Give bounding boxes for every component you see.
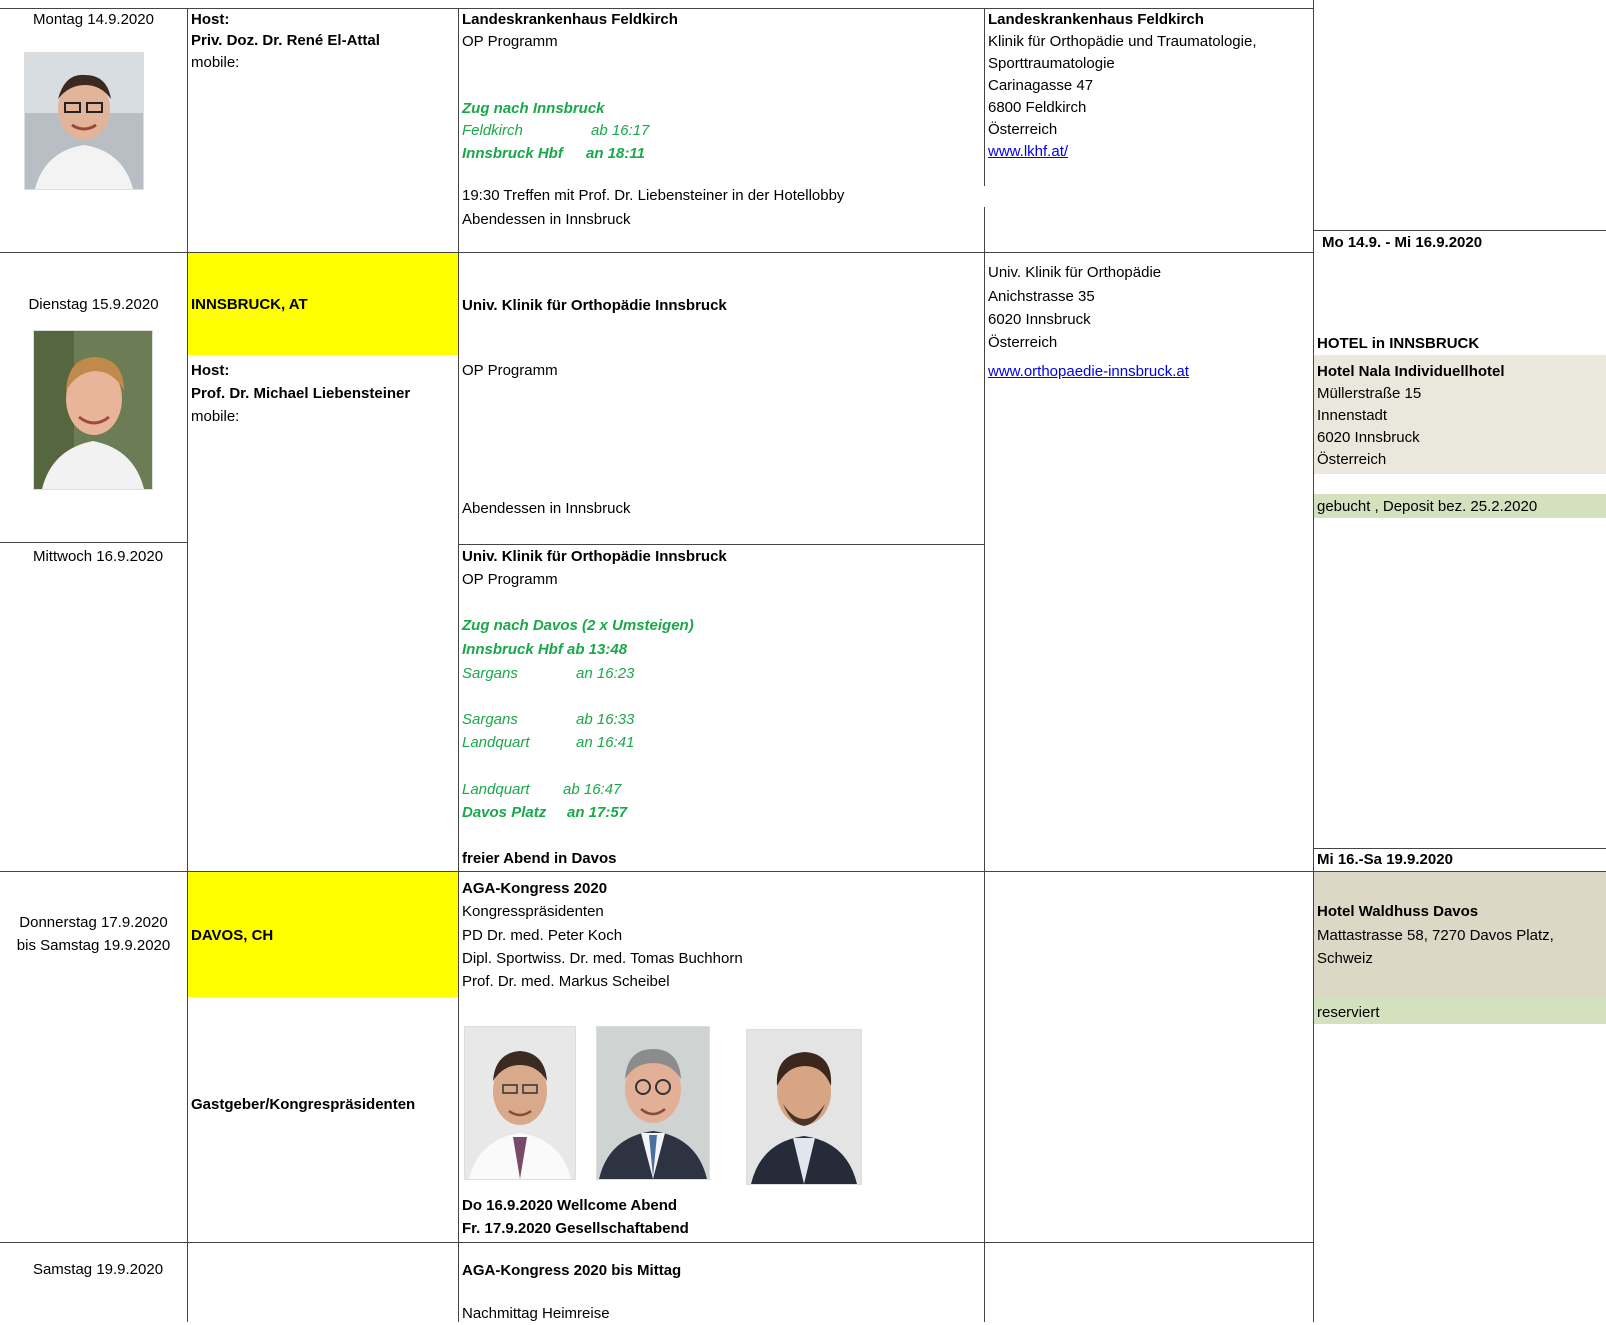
train-stop: Sargans (462, 665, 518, 682)
train-title: Zug nach Innsbruck (462, 100, 605, 117)
evening-item: Abendessen in Innsbruck (462, 211, 631, 228)
train-time: an 16:41 (576, 734, 635, 751)
evening-item: Abendessen in Innsbruck (462, 500, 631, 517)
train-stop: Sargans (462, 711, 518, 728)
host-name: Prof. Dr. Michael Liebensteiner (191, 385, 411, 402)
address-line: Landeskrankenhaus Feldkirch (988, 11, 1204, 28)
president-photo-buchhorn (596, 1026, 710, 1180)
address-line: Österreich (988, 121, 1058, 138)
city-label: DAVOS, CH (191, 927, 274, 944)
hotel-period: Mi 16.-Sa 19.9.2020 (1317, 851, 1453, 868)
train-time: ab 16:33 (576, 711, 635, 728)
host-label: Host: (191, 11, 230, 28)
date-wednesday: Mittwoch 16.9.2020 (32, 548, 164, 565)
hotel-address: Mattastrasse 58, 7270 Davos Platz, (1317, 927, 1554, 944)
grid-line (984, 207, 985, 1322)
train-stop: Feldkirch (462, 122, 523, 139)
address-line: Klinik für Orthopädie und Traumatologie, (988, 33, 1257, 50)
train-stop: Landquart (462, 781, 530, 798)
address-line: Sporttraumatologie (988, 55, 1115, 72)
train-title: Zug nach Davos (2 x Umsteigen) (462, 617, 694, 634)
hotel-address: Österreich (1317, 451, 1387, 468)
hosts-label: Gastgeber/Kongrespräsidenten (191, 1096, 416, 1113)
program-title: Landeskrankenhaus Feldkirch (462, 11, 678, 28)
date-tuesday: Dienstag 15.9.2020 (28, 296, 159, 313)
date-saturday: Samstag 19.9.2020 (32, 1261, 164, 1278)
program-item: OP Programm (462, 33, 558, 50)
program-title: Univ. Klinik für Orthopädie Innsbruck (462, 548, 727, 565)
grid-line (1313, 0, 1314, 1322)
hotel-name: Hotel Nala Individuellhotel (1317, 363, 1505, 380)
program-title: Univ. Klinik für Orthopädie Innsbruck (462, 297, 727, 314)
date-monday: Montag 14.9.2020 (33, 11, 154, 28)
train-time: ab 16:47 (563, 781, 622, 798)
train-stop: Davos Platz (462, 804, 547, 821)
program-title: AGA-Kongress 2020 (462, 880, 608, 897)
program-item: PD Dr. med. Peter Koch (462, 927, 623, 944)
program-item: Prof. Dr. med. Markus Scheibel (462, 973, 670, 990)
host-photo-liebensteiner (33, 330, 153, 490)
hospital-link[interactable]: www.lkhf.at/ (988, 140, 1068, 163)
president-photo-koch (464, 1026, 576, 1180)
program-title: AGA-Kongress 2020 bis Mittag (462, 1262, 682, 1279)
program-item: OP Programm (462, 362, 558, 379)
host-mobile: mobile: (191, 408, 240, 425)
address-line: Anichstrasse 35 (988, 288, 1095, 305)
hotel-name: Hotel Waldhuss Davos (1317, 903, 1479, 920)
grid-line (0, 542, 187, 543)
train-time: an 16:23 (576, 665, 635, 682)
train-time: ab 16:17 (591, 122, 650, 139)
evening-item: 19:30 Treffen mit Prof. Dr. Liebensteine… (462, 187, 845, 204)
clinic-link[interactable]: www.orthopaedie-innsbruck.at (988, 360, 1189, 383)
address-line: Österreich (988, 334, 1058, 351)
host-name: Priv. Doz. Dr. René El-Attal (191, 32, 380, 49)
host-label: Host: (191, 362, 230, 379)
address-line: Carinagasse 47 (988, 77, 1094, 94)
program-item: Dipl. Sportwiss. Dr. med. Tomas Buchhorn (462, 950, 743, 967)
president-photo-scheibel (746, 1029, 862, 1185)
train-stop: Landquart (462, 734, 530, 751)
train-time: an 17:57 (567, 804, 628, 821)
train-time: an 18:11 (586, 145, 645, 162)
hotel-period: Mo 14.9. - Mi 16.9.2020 (1322, 234, 1483, 251)
grid-line (187, 8, 188, 1322)
program-item: Kongresspräsidenten (462, 903, 604, 920)
hotel-address: Innenstadt (1317, 407, 1388, 424)
grid-line (0, 1242, 1313, 1243)
hotel-address: 6020 Innsbruck (1317, 429, 1420, 446)
event-item: Do 16.9.2020 Wellcome Abend (462, 1197, 678, 1214)
grid-line (458, 8, 459, 1322)
hotel-status: reserviert (1317, 1004, 1380, 1021)
hotel-heading: HOTEL in INNSBRUCK (1317, 335, 1480, 352)
address-line: Univ. Klinik für Orthopädie (988, 264, 1162, 281)
grid-line (984, 8, 985, 186)
train-stop: Innsbruck Hbf ab 13:48 (462, 641, 628, 658)
host-mobile: mobile: (191, 54, 240, 71)
evening-item: freier Abend in Davos (462, 850, 617, 867)
date-range-end: bis Samstag 19.9.2020 (16, 937, 171, 954)
hotel-address: Müllerstraße 15 (1317, 385, 1422, 402)
city-label: INNSBRUCK, AT (191, 296, 308, 313)
date-thursday: Donnerstag 17.9.2020 (19, 914, 168, 931)
host-photo-el-attal (24, 52, 144, 190)
train-stop: Innsbruck Hbf (462, 145, 563, 162)
event-item: Fr. 17.9.2020 Gesellschaftabend (462, 1220, 689, 1237)
hotel-address: Schweiz (1317, 950, 1373, 967)
program-item: OP Programm (462, 571, 558, 588)
address-line: 6020 Innsbruck (988, 311, 1091, 328)
address-line: 6800 Feldkirch (988, 99, 1087, 116)
hotel-status: gebucht , Deposit bez. 25.2.2020 (1317, 498, 1538, 515)
